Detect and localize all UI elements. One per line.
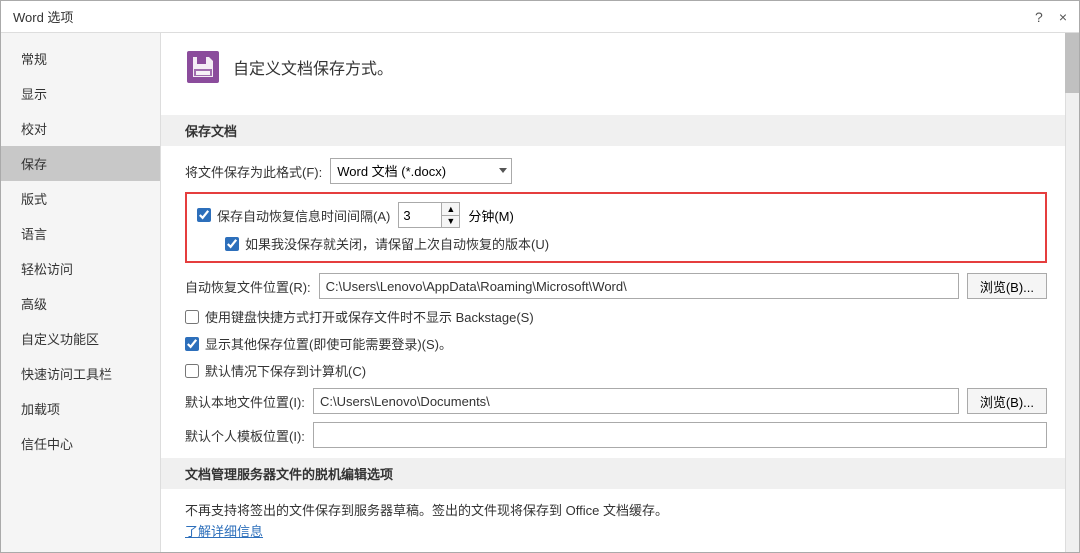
scrollbar-track[interactable] (1065, 33, 1079, 552)
keyboard-row: 使用键盘快捷方式打开或保存文件时不显示 Backstage(S) (185, 307, 1047, 326)
auto-recover-minutes-input[interactable] (399, 203, 441, 227)
auto-recover-label-text: 保存自动恢复信息时间间隔(A) (217, 206, 390, 225)
auto-recover-path-input[interactable]: C:\Users\Lenovo\AppData\Roaming\Microsof… (319, 273, 959, 299)
spinbox-arrows: ▲ ▼ (441, 203, 459, 227)
dialog-title: Word 选项 (13, 7, 73, 26)
auto-recover-row: 保存自动恢复信息时间间隔(A) ▲ ▼ 分钟(M) (197, 202, 1035, 228)
format-row: 将文件保存为此格式(F): Word 文档 (*.docx)Word 97-20… (185, 158, 1047, 184)
sidebar-item-advanced2[interactable]: 高级 (1, 286, 160, 321)
sidebar-item-accessibility[interactable]: 语言 (1, 216, 160, 251)
auto-recover-checkbox[interactable] (197, 208, 211, 222)
sidebar-item-quickaccess[interactable]: 快速访问工具栏 (1, 356, 160, 391)
offline-learn-more-link[interactable]: 了解详细信息 (185, 524, 263, 539)
sidebar-item-proofing[interactable]: 校对 (1, 111, 160, 146)
main-panel: 自定义文档保存方式。 保存文档 将文件保存为此格式(F): Word 文档 (*… (161, 33, 1079, 552)
spinbox-down-btn[interactable]: ▼ (442, 216, 459, 228)
close-icon[interactable]: × (1059, 9, 1067, 25)
format-label: 将文件保存为此格式(F): (185, 162, 322, 181)
save-header-icon (185, 49, 221, 85)
scrollbar-thumb[interactable] (1065, 33, 1079, 93)
template-path-row: 默认个人模板位置(I): (185, 422, 1047, 448)
default-path-input[interactable]: C:\Users\Lenovo\Documents\ (313, 388, 959, 414)
template-path-input[interactable] (313, 422, 1047, 448)
auto-recover-path-label: 自动恢复文件位置(R): (185, 277, 311, 296)
offline-section-text: 不再支持将签出的文件保存到服务器草稿。签出的文件现将保存到 Office 文档缓… (185, 501, 1047, 522)
sidebar-item-display[interactable]: 显示 (1, 76, 160, 111)
sidebar-item-general[interactable]: 常规 (1, 41, 160, 76)
show-other-checkbox[interactable] (185, 337, 199, 351)
page-header: 自定义文档保存方式。 (185, 49, 1047, 95)
keyboard-checkbox[interactable] (185, 310, 199, 324)
sidebar-item-customize[interactable]: 自定义功能区 (1, 321, 160, 356)
auto-recover-spinbox[interactable]: ▲ ▼ (398, 202, 460, 228)
keep-last-row: 如果我没保存就关闭，请保留上次自动恢复的版本(U) (197, 234, 1035, 253)
save-section-title: 保存文档 (161, 115, 1079, 146)
show-other-label-text: 显示其他保存位置(即使可能需要登录)(S)。 (205, 334, 452, 353)
default-computer-checkbox[interactable] (185, 364, 199, 378)
main-content: 自定义文档保存方式。 保存文档 将文件保存为此格式(F): Word 文档 (*… (161, 33, 1079, 552)
page-header-title: 自定义文档保存方式。 (233, 55, 393, 79)
sidebar-item-trustcenter[interactable]: 信任中心 (1, 426, 160, 461)
show-other-row: 显示其他保存位置(即使可能需要登录)(S)。 (185, 334, 1047, 353)
help-icon[interactable]: ? (1035, 9, 1043, 25)
keyboard-checkbox-label[interactable]: 使用键盘快捷方式打开或保存文件时不显示 Backstage(S) (185, 307, 534, 326)
highlight-box: 保存自动恢复信息时间间隔(A) ▲ ▼ 分钟(M) (185, 192, 1047, 263)
keep-last-label-text: 如果我没保存就关闭，请保留上次自动恢复的版本(U) (245, 234, 549, 253)
default-path-row: 默认本地文件位置(I): C:\Users\Lenovo\Documents\ … (185, 388, 1047, 414)
browse-btn-1[interactable]: 浏览(B)... (967, 273, 1047, 299)
default-path-label: 默认本地文件位置(I): (185, 392, 305, 411)
sidebar-item-advanced[interactable]: 轻松访问 (1, 251, 160, 286)
title-bar: Word 选项 ? × (1, 1, 1079, 33)
default-computer-row: 默认情况下保存到计算机(C) (185, 361, 1047, 380)
content-area: 常规 显示 校对 保存 版式 语言 轻松访问 高级 自定义功能区 快速访问工具栏… (1, 33, 1079, 552)
keep-last-checkbox[interactable] (225, 237, 239, 251)
auto-recover-checkbox-label[interactable]: 保存自动恢复信息时间间隔(A) (197, 206, 390, 225)
keyboard-label-text: 使用键盘快捷方式打开或保存文件时不显示 Backstage(S) (205, 307, 534, 326)
title-bar-icons: ? × (1035, 9, 1067, 25)
default-computer-checkbox-label[interactable]: 默认情况下保存到计算机(C) (185, 361, 366, 380)
sidebar-item-language[interactable]: 版式 (1, 181, 160, 216)
sidebar-item-save[interactable]: 保存 (1, 146, 160, 181)
default-computer-label-text: 默认情况下保存到计算机(C) (205, 361, 366, 380)
template-path-label: 默认个人模板位置(I): (185, 426, 305, 445)
keep-last-checkbox-label[interactable]: 如果我没保存就关闭，请保留上次自动恢复的版本(U) (225, 234, 549, 253)
word-options-dialog: Word 选项 ? × 常规 显示 校对 保存 版式 语言 轻松访问 高级 自定… (0, 0, 1080, 553)
spinbox-up-btn[interactable]: ▲ (442, 203, 459, 216)
offline-section-title: 文档管理服务器文件的脱机编辑选项 (161, 458, 1079, 489)
sidebar: 常规 显示 校对 保存 版式 语言 轻松访问 高级 自定义功能区 快速访问工具栏… (1, 33, 161, 552)
sidebar-item-addins[interactable]: 加载项 (1, 391, 160, 426)
show-other-checkbox-label[interactable]: 显示其他保存位置(即使可能需要登录)(S)。 (185, 334, 452, 353)
minute-label: 分钟(M) (468, 206, 514, 225)
format-select[interactable]: Word 文档 (*.docx)Word 97-2003 文档 (*.doc)P… (330, 158, 512, 184)
auto-recover-path-row: 自动恢复文件位置(R): C:\Users\Lenovo\AppData\Roa… (185, 273, 1047, 299)
browse-btn-2[interactable]: 浏览(B)... (967, 388, 1047, 414)
